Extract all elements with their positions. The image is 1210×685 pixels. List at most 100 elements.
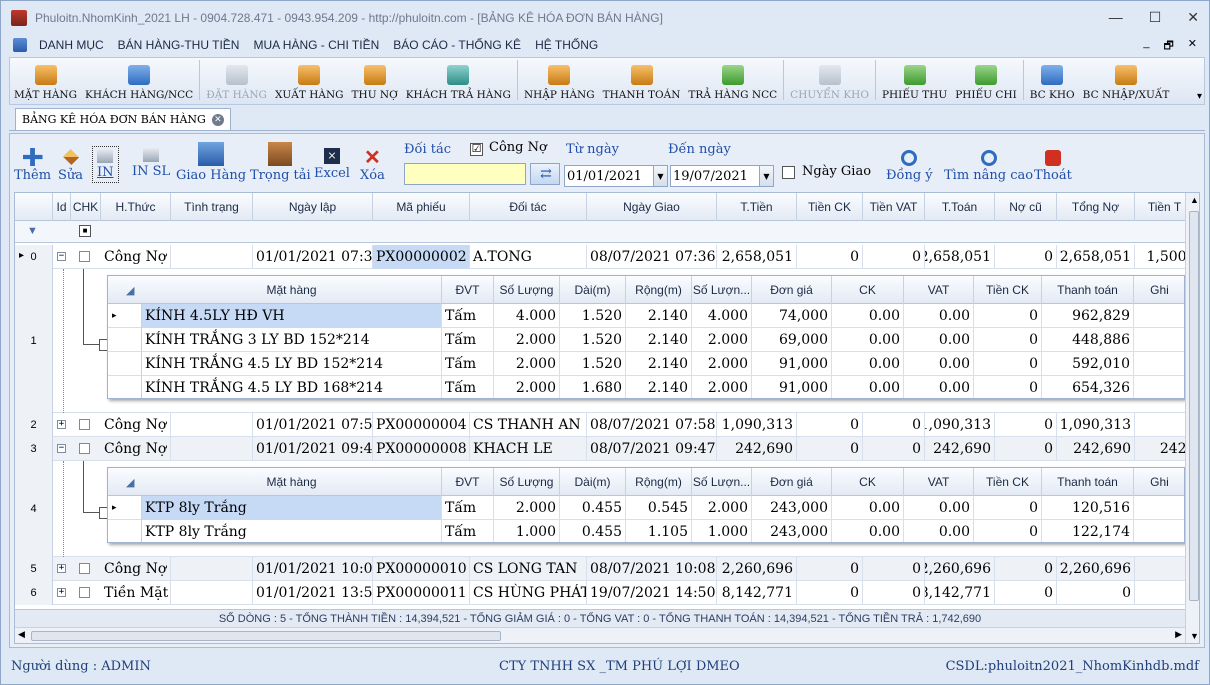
- print-qty-button[interactable]: IN SL: [132, 148, 170, 179]
- detail-cell-pay[interactable]: 120,516: [1042, 496, 1134, 520]
- filter-chk-checkbox[interactable]: ■: [79, 225, 91, 237]
- cell-partner[interactable]: CS LONG TAN: [470, 557, 587, 581]
- detail-cell-wid[interactable]: 2.140: [626, 376, 692, 398]
- cell-status[interactable]: [171, 557, 253, 581]
- from-date-input[interactable]: 01/01/2021 ▼: [564, 165, 668, 187]
- detail-cell-unit[interactable]: Tấm: [442, 496, 494, 520]
- select-all-corner-icon[interactable]: ◢: [126, 284, 134, 297]
- debt-checkbox[interactable]: ☑: [470, 143, 483, 156]
- delete-button[interactable]: ✕ Xóa: [360, 147, 385, 183]
- toolbar-import-button[interactable]: NHẬP HÀNG: [524, 65, 595, 101]
- swap-button[interactable]: ⇄: [530, 163, 560, 185]
- detail-cell-unit[interactable]: Tấm: [442, 304, 494, 328]
- row-checkbox[interactable]: [79, 443, 90, 454]
- detail-cell-unit[interactable]: Tấm: [442, 376, 494, 398]
- vertical-scrollbar[interactable]: ▲ ▼: [1185, 193, 1199, 643]
- weight-button[interactable]: Trọng tải: [250, 142, 311, 183]
- toolbar-export-button[interactable]: XUẤT HÀNG: [275, 65, 344, 101]
- detail-cell-note[interactable]: [1134, 520, 1184, 542]
- menu-he-thong[interactable]: HỆ THỐNG: [535, 38, 598, 52]
- cell-ck[interactable]: 0: [797, 557, 863, 581]
- add-button[interactable]: Thêm: [14, 148, 51, 183]
- cell-status[interactable]: [171, 581, 253, 605]
- cell-delivery[interactable]: 08/07/2021 10:08: [587, 557, 717, 581]
- cell-total[interactable]: 8,142,771: [717, 581, 797, 605]
- cell-code[interactable]: PX00000011: [373, 581, 470, 605]
- cell-vat[interactable]: 0: [863, 437, 925, 461]
- detail-cell-pay[interactable]: 654,326: [1042, 376, 1134, 398]
- detail-cell-qty2[interactable]: 2.000: [692, 328, 752, 352]
- cell-vat[interactable]: 0: [863, 557, 925, 581]
- cell-created[interactable]: 01/01/2021 07:36: [253, 245, 373, 269]
- detail-column-header[interactable]: CK: [832, 468, 904, 496]
- detail-cell-ckmoney[interactable]: 0: [974, 328, 1042, 352]
- detail-column-header[interactable]: VAT: [904, 276, 974, 304]
- column-header[interactable]: H.Thức: [101, 193, 171, 221]
- cell-ck[interactable]: 0: [797, 413, 863, 437]
- mdi-close-button[interactable]: ✕: [1188, 37, 1197, 56]
- detail-column-header[interactable]: ĐVT: [442, 468, 494, 496]
- detail-cell-wid[interactable]: 2.140: [626, 304, 692, 328]
- detail-column-header[interactable]: Đơn giá: [752, 468, 832, 496]
- detail-column-header[interactable]: Rộng(m): [626, 276, 692, 304]
- detail-cell-qty[interactable]: 4.000: [494, 304, 560, 328]
- menu-mua-hang[interactable]: MUA HÀNG - CHI TIỀN: [253, 38, 379, 52]
- agree-button[interactable]: Đồng ý: [886, 150, 933, 183]
- detail-column-header[interactable]: CK: [832, 276, 904, 304]
- detail-cell-vat[interactable]: 0.00: [904, 352, 974, 376]
- deliver-button[interactable]: Giao Hàng: [176, 142, 246, 183]
- detail-column-header[interactable]: Mặt hàng: [142, 276, 442, 304]
- detail-cell-note[interactable]: [1134, 376, 1184, 398]
- cell-delivery[interactable]: 08/07/2021 09:47: [587, 437, 717, 461]
- detail-cell-ckmoney[interactable]: 0: [974, 520, 1042, 542]
- detail-cell-qty2[interactable]: 2.000: [692, 376, 752, 398]
- detail-cell-unit[interactable]: Tấm: [442, 520, 494, 542]
- print-button[interactable]: IN: [92, 146, 119, 183]
- cell-delivery[interactable]: 08/07/2021 07:58: [587, 413, 717, 437]
- detail-column-header[interactable]: Thanh toán: [1042, 276, 1134, 304]
- detail-cell-note[interactable]: [1134, 304, 1184, 328]
- detail-cell-len[interactable]: 1.520: [560, 304, 626, 328]
- scroll-right-icon[interactable]: ▶: [1175, 629, 1182, 640]
- detail-column-header[interactable]: Rộng(m): [626, 468, 692, 496]
- detail-cell-len[interactable]: 1.520: [560, 352, 626, 376]
- toolbar-overflow-icon[interactable]: ▾: [1197, 91, 1202, 102]
- horizontal-scrollbar[interactable]: ◀ ▶: [15, 627, 1185, 643]
- detail-cell-qty2[interactable]: 1.000: [692, 520, 752, 542]
- cell-total-debt[interactable]: 242,690: [1057, 437, 1135, 461]
- expand-row-icon[interactable]: +: [57, 420, 66, 429]
- edit-button[interactable]: Sửa: [58, 148, 83, 183]
- detail-cell-ck[interactable]: 0.00: [832, 376, 904, 398]
- detail-cell-ck[interactable]: 0.00: [832, 352, 904, 376]
- cell-type[interactable]: Công Nợ: [101, 245, 171, 269]
- detail-cell-vat[interactable]: 0.00: [904, 328, 974, 352]
- detail-cell-pay[interactable]: 122,174: [1042, 520, 1134, 542]
- detail-cell-qty2[interactable]: 2.000: [692, 352, 752, 376]
- toolbar-supplier-return-button[interactable]: TRẢ HÀNG NCC: [688, 65, 777, 101]
- cell-ck[interactable]: 0: [797, 581, 863, 605]
- detail-cell-price[interactable]: 91,000: [752, 352, 832, 376]
- detail-cell-ck[interactable]: 0.00: [832, 520, 904, 542]
- detail-cell-ck[interactable]: 0.00: [832, 328, 904, 352]
- detail-item-row[interactable]: KÍNH TRẮNG 3 LY BD 152*214 Tấm 2.000 1.520 2…: [108, 328, 1184, 352]
- cell-vat[interactable]: 0: [863, 245, 925, 269]
- detail-cell-vat[interactable]: 0.00: [904, 496, 974, 520]
- column-header[interactable]: Tiền VAT: [863, 193, 925, 221]
- menu-bao-cao[interactable]: BÁO CÁO - THỐNG KÊ: [393, 38, 521, 52]
- scroll-left-icon[interactable]: ◀: [18, 629, 25, 640]
- cell-code[interactable]: PX00000004: [373, 413, 470, 437]
- scroll-down-icon[interactable]: ▼: [1190, 631, 1199, 641]
- detail-cell-len[interactable]: 1.680: [560, 376, 626, 398]
- cell-paid[interactable]: 242,690: [925, 437, 995, 461]
- detail-column-header[interactable]: Số Lượng: [494, 276, 560, 304]
- cell-code[interactable]: PX00000010: [373, 557, 470, 581]
- toolbar-return-button[interactable]: KHÁCH TRẢ HÀNG: [406, 65, 511, 101]
- detail-cell-qty[interactable]: 2.000: [494, 496, 560, 520]
- detail-cell-qty2[interactable]: 2.000: [692, 496, 752, 520]
- cell-created[interactable]: 01/01/2021 09:47: [253, 437, 373, 461]
- cell-partner[interactable]: A.TONG: [470, 245, 587, 269]
- cell-delivery[interactable]: 19/07/2021 14:50: [587, 581, 717, 605]
- detail-cell-qty[interactable]: 1.000: [494, 520, 560, 542]
- cell-total[interactable]: 2,658,051: [717, 245, 797, 269]
- cell-total[interactable]: 242,690: [717, 437, 797, 461]
